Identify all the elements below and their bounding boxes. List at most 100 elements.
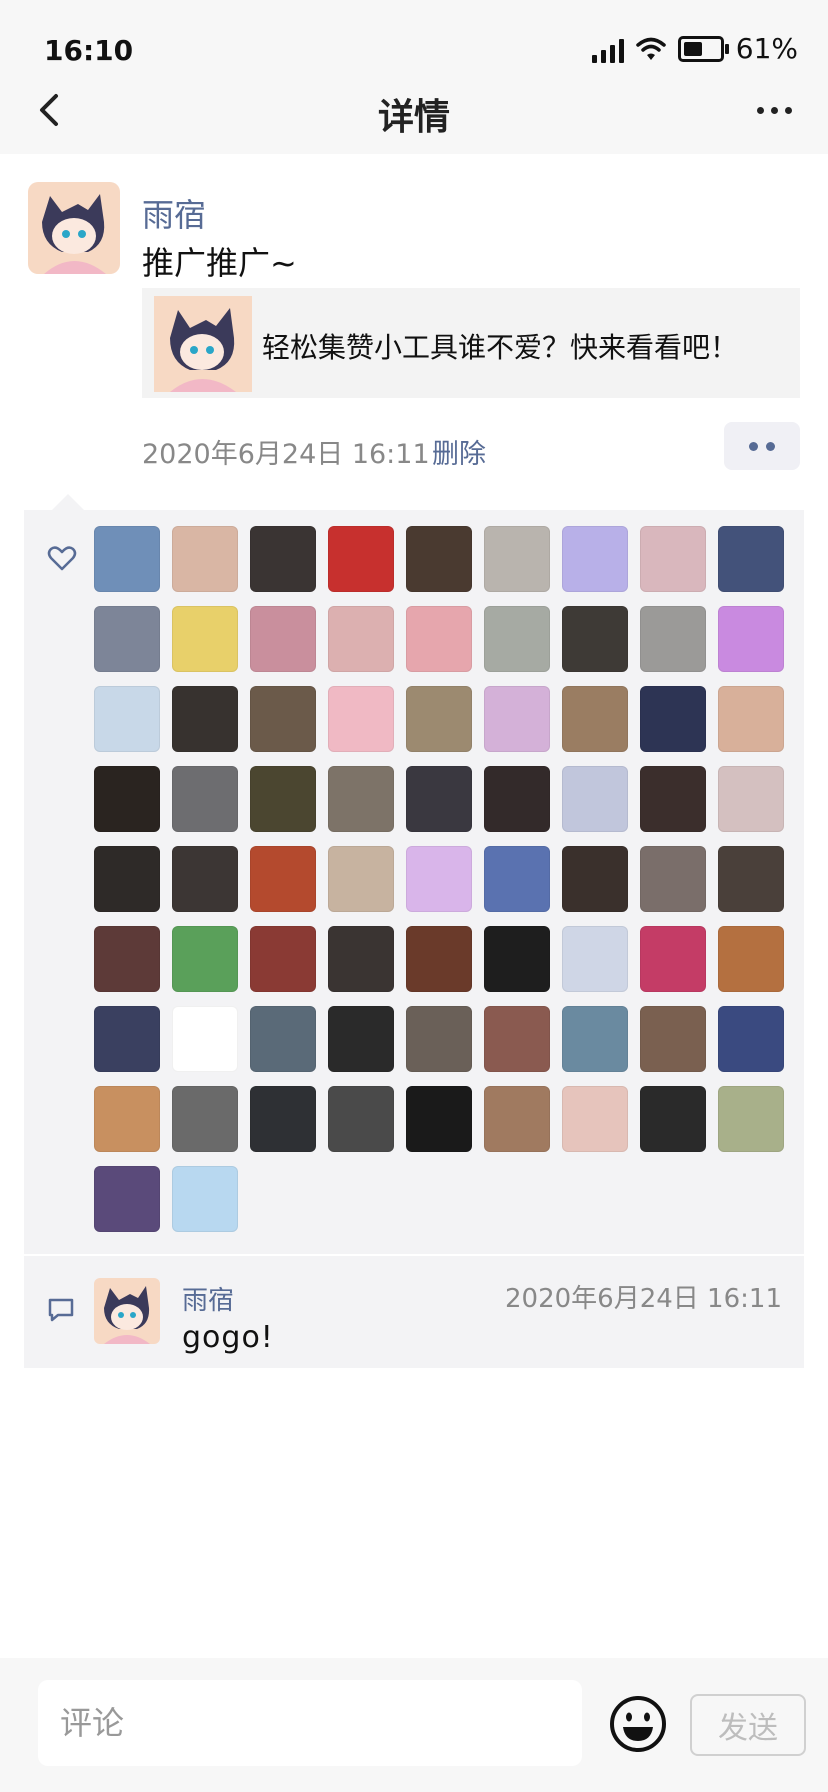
liker-avatar[interactable] (328, 766, 394, 832)
comment-text: gogo! (182, 1320, 274, 1355)
liker-avatar[interactable] (94, 1086, 160, 1152)
liker-avatar[interactable] (406, 846, 472, 912)
liker-avatar[interactable] (172, 686, 238, 752)
likes-panel (24, 494, 804, 1254)
liker-avatar[interactable] (484, 846, 550, 912)
liker-avatar[interactable] (250, 846, 316, 912)
link-title: 轻松集赞小工具谁不爱？快来看看吧！ (262, 331, 739, 364)
liker-avatar[interactable] (640, 926, 706, 992)
liker-avatar[interactable] (640, 766, 706, 832)
liker-avatar[interactable] (562, 1086, 628, 1152)
liker-avatar[interactable] (640, 606, 706, 672)
liker-avatar[interactable] (718, 686, 784, 752)
author-avatar[interactable] (28, 182, 120, 274)
liker-avatar[interactable] (94, 526, 160, 592)
liker-avatar[interactable] (172, 846, 238, 912)
liker-avatar[interactable] (250, 926, 316, 992)
liker-avatar[interactable] (328, 606, 394, 672)
liker-avatar[interactable] (718, 526, 784, 592)
liker-avatar[interactable] (406, 1006, 472, 1072)
liker-avatar[interactable] (172, 526, 238, 592)
liker-avatar[interactable] (328, 926, 394, 992)
liker-avatar[interactable] (328, 526, 394, 592)
liker-avatar[interactable] (484, 1006, 550, 1072)
shared-link-card[interactable]: 轻松集赞小工具谁不爱？快来看看吧！ (142, 288, 800, 398)
liker-avatar[interactable] (172, 1086, 238, 1152)
liker-avatar[interactable] (406, 1086, 472, 1152)
liker-avatar[interactable] (484, 926, 550, 992)
comments-panel: 雨宿 2020年6月24日 16:11 gogo! (24, 1256, 804, 1368)
liker-avatar[interactable] (562, 606, 628, 672)
liker-avatar[interactable] (484, 686, 550, 752)
panel-pointer (52, 494, 84, 510)
liker-avatar[interactable] (718, 766, 784, 832)
liker-avatar[interactable] (250, 606, 316, 672)
liker-avatar[interactable] (484, 766, 550, 832)
liker-avatar[interactable] (718, 926, 784, 992)
liker-avatar[interactable] (640, 846, 706, 912)
page-title: 详情 (377, 97, 450, 138)
liker-avatar[interactable] (94, 686, 160, 752)
liker-avatar[interactable] (718, 1006, 784, 1072)
liker-avatar[interactable] (640, 1086, 706, 1152)
liker-avatar[interactable] (172, 926, 238, 992)
liker-avatar[interactable] (562, 1006, 628, 1072)
liker-avatar[interactable] (718, 1086, 784, 1152)
liker-avatar[interactable] (250, 766, 316, 832)
liker-avatar[interactable] (484, 1086, 550, 1152)
comment-input-bar: 发送 (0, 1658, 828, 1792)
liker-avatar[interactable] (640, 686, 706, 752)
battery-icon (677, 35, 729, 62)
delete-button[interactable]: 删除 (432, 432, 486, 471)
liker-avatar[interactable] (172, 1166, 238, 1232)
liker-avatar[interactable] (250, 1006, 316, 1072)
liker-avatar[interactable] (250, 526, 316, 592)
liker-avatar[interactable] (94, 606, 160, 672)
smiley-face-icon[interactable] (608, 1694, 668, 1754)
liker-avatar[interactable] (406, 766, 472, 832)
more-dots-icon[interactable] (746, 86, 802, 134)
post-author-name[interactable]: 雨宿 (142, 190, 206, 236)
battery-percent: 61% (735, 32, 798, 65)
liker-avatar[interactable] (484, 526, 550, 592)
liker-avatar[interactable] (562, 686, 628, 752)
comment-timestamp: 2020年6月24日 16:11 (505, 1284, 782, 1314)
liker-avatar[interactable] (562, 766, 628, 832)
liker-avatar[interactable] (94, 1006, 160, 1072)
liker-avatar[interactable] (172, 766, 238, 832)
liker-avatar[interactable] (562, 526, 628, 592)
liker-avatar[interactable] (250, 686, 316, 752)
liker-avatar[interactable] (172, 606, 238, 672)
liker-avatar[interactable] (328, 1006, 394, 1072)
nav-bar: 详情 (0, 64, 828, 154)
liker-avatar[interactable] (406, 606, 472, 672)
liker-avatar[interactable] (406, 526, 472, 592)
comment-author-name[interactable]: 雨宿 (182, 1280, 234, 1317)
wifi-icon (636, 37, 666, 60)
liker-avatar[interactable] (640, 526, 706, 592)
liker-avatar[interactable] (172, 1006, 238, 1072)
liker-avatar[interactable] (484, 606, 550, 672)
liker-avatar[interactable] (406, 686, 472, 752)
liker-avatar[interactable] (94, 1166, 160, 1232)
send-button[interactable]: 发送 (690, 1694, 806, 1756)
status-icons: 61% (591, 32, 798, 65)
liker-avatar[interactable] (94, 926, 160, 992)
liker-avatar[interactable] (328, 846, 394, 912)
liker-avatar[interactable] (328, 1086, 394, 1152)
liker-avatar[interactable] (718, 606, 784, 672)
liker-avatar[interactable] (406, 926, 472, 992)
action-menu-button[interactable] (724, 422, 800, 470)
liker-avatar[interactable] (562, 846, 628, 912)
comment-bubble-icon (48, 1298, 74, 1322)
liker-avatar[interactable] (250, 1086, 316, 1152)
liker-avatar[interactable] (94, 846, 160, 912)
heart-icon (47, 546, 77, 571)
liker-avatar[interactable] (94, 766, 160, 832)
comment-input[interactable] (38, 1680, 582, 1766)
liker-avatar[interactable] (640, 1006, 706, 1072)
comment-author-avatar[interactable] (94, 1278, 160, 1344)
liker-avatar[interactable] (562, 926, 628, 992)
liker-avatar[interactable] (328, 686, 394, 752)
liker-avatar[interactable] (718, 846, 784, 912)
